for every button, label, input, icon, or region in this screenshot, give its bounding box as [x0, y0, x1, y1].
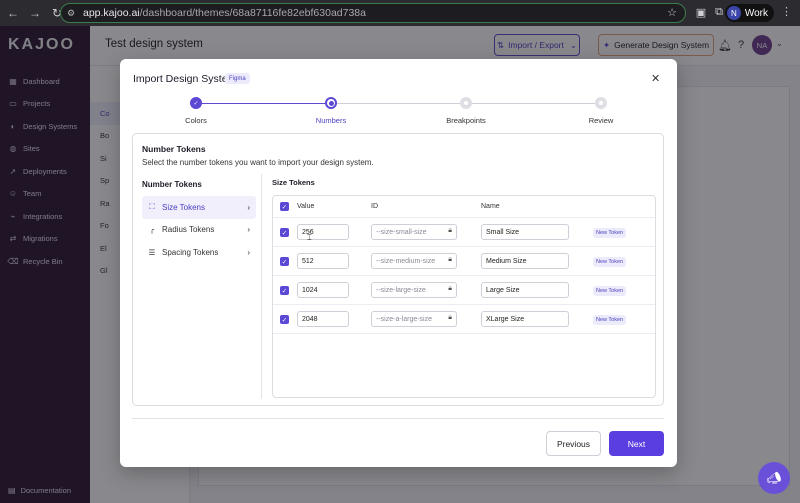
profile-avatar: N — [726, 6, 741, 20]
profile-button[interactable]: N Work — [724, 4, 774, 22]
browser-toolbar: ← → ↻ ⚙ app.kajoo.ai/dashboard/themes/68… — [0, 0, 800, 26]
id-field: --size-large-size 🔒︎ — [371, 282, 457, 298]
step-numbers-dot[interactable] — [325, 97, 337, 109]
lock-icon: 🔒︎ — [448, 314, 452, 321]
forward-icon[interactable]: → — [26, 4, 44, 22]
size-tokens-table: ✓ Value ID Name ✓ 256 --size-small-size 🔒… — [272, 195, 656, 398]
close-icon[interactable]: ✕ — [651, 72, 660, 85]
step-colors-dot[interactable]: ✓ — [190, 97, 202, 109]
lock-icon: 🔒︎ — [448, 285, 452, 292]
back-icon[interactable]: ← — [4, 4, 22, 22]
chevron-right-icon: › — [247, 225, 250, 235]
id-text: --size-large-size — [376, 286, 426, 294]
token-category-list: ⛶ Size Tokens › ╭ Radius Tokens › ☰ Spac… — [142, 196, 256, 264]
value-input[interactable]: 1024 — [297, 282, 349, 298]
site-info-icon[interactable]: ⚙ — [67, 8, 77, 18]
table-title: Size Tokens — [272, 178, 315, 187]
section-title: Number Tokens — [142, 144, 206, 154]
new-token-badge: New Token — [593, 228, 627, 238]
category-size-tokens[interactable]: ⛶ Size Tokens › — [142, 196, 256, 219]
new-token-badge: New Token — [593, 286, 627, 296]
value-input[interactable]: 2048 — [297, 311, 349, 327]
puzzle-icon[interactable]: ⧉ — [712, 5, 726, 19]
value-input[interactable]: 512 — [297, 253, 349, 269]
table-row: ✓ 2048 --size-a-large-size 🔒︎ XLarge Size… — [273, 305, 655, 334]
next-button[interactable]: Next — [609, 431, 664, 456]
new-token-badge: New Token — [593, 315, 627, 325]
id-field: --size-small-size 🔒︎ — [371, 224, 457, 240]
category-label: Size Tokens — [162, 202, 205, 212]
row-checkbox[interactable]: ✓ — [280, 257, 289, 266]
row-checkbox[interactable]: ✓ — [280, 228, 289, 237]
column-header-value: Value — [297, 203, 315, 210]
import-design-system-modal: Import Design System Figma ✕ ✓ Colors Nu… — [120, 59, 677, 467]
new-token-badge: New Token — [593, 257, 627, 267]
step-breakpoints-dot — [460, 97, 472, 109]
footer-divider — [132, 418, 664, 419]
radius-icon: ╭ — [149, 225, 155, 235]
value-input[interactable]: 256 — [297, 224, 349, 240]
stepper: ✓ Colors Numbers Breakpoints Review — [156, 96, 636, 128]
address-bar[interactable]: ⚙ app.kajoo.ai/dashboard/themes/68a87116… — [60, 3, 686, 23]
id-field: --size-medium-size 🔒︎ — [371, 253, 457, 269]
tokens-panel: Number Tokens Select the number tokens y… — [132, 133, 664, 406]
name-input[interactable]: XLarge Size — [481, 311, 569, 327]
spacing-icon: ☰ — [148, 247, 156, 257]
categories-title: Number Tokens — [142, 180, 202, 189]
expand-icon: ⛶ — [149, 202, 155, 212]
column-header-id: ID — [371, 203, 378, 210]
row-checkbox[interactable]: ✓ — [280, 286, 289, 295]
modal-title: Import Design System — [133, 73, 237, 85]
category-label: Spacing Tokens — [162, 247, 219, 257]
step-connector — [331, 103, 466, 104]
url-text: app.kajoo.ai/dashboard/themes/68a87116fe… — [83, 7, 366, 19]
step-review-dot — [595, 97, 607, 109]
id-text: --size-small-size — [376, 228, 427, 236]
extension-icon[interactable]: ▣ — [694, 5, 708, 19]
step-label: Colors — [185, 116, 207, 125]
step-label: Breakpoints — [446, 116, 486, 125]
table-row: ✓ 256 --size-small-size 🔒︎ Small Size New… — [273, 218, 655, 247]
browser-menu-icon[interactable]: ⋮ — [781, 5, 792, 18]
id-text: --size-a-large-size — [376, 315, 433, 323]
profile-label: Work — [744, 7, 768, 19]
category-label: Radius Tokens — [162, 225, 215, 235]
category-radius-tokens[interactable]: ╭ Radius Tokens › — [142, 219, 256, 242]
chevron-right-icon: › — [247, 247, 250, 257]
chevron-right-icon: › — [247, 202, 250, 212]
name-input[interactable]: Medium Size — [481, 253, 569, 269]
megaphone-icon[interactable]: 📣︎ — [758, 462, 790, 494]
previous-button[interactable]: Previous — [546, 431, 601, 456]
step-connector — [466, 103, 601, 104]
lock-icon: 🔒︎ — [448, 256, 452, 263]
id-field: --size-a-large-size 🔒︎ — [371, 311, 457, 327]
step-label: Review — [588, 116, 614, 125]
section-description: Select the number tokens you want to imp… — [142, 158, 374, 167]
name-input[interactable]: Small Size — [481, 224, 569, 240]
name-input[interactable]: Large Size — [481, 282, 569, 298]
source-badge: Figma — [225, 73, 250, 84]
step-connector — [196, 103, 331, 104]
table-header: ✓ Value ID Name — [273, 196, 655, 218]
row-checkbox[interactable]: ✓ — [280, 315, 289, 324]
table-row: ✓ 512 --size-medium-size 🔒︎ Medium Size N… — [273, 247, 655, 276]
divider — [261, 174, 262, 399]
id-text: --size-medium-size — [376, 257, 436, 265]
category-spacing-tokens[interactable]: ☰ Spacing Tokens › — [142, 241, 256, 264]
select-all-checkbox[interactable]: ✓ — [280, 202, 289, 211]
column-header-name: Name — [481, 203, 500, 210]
table-row: ✓ 1024 --size-large-size 🔒︎ Large Size Ne… — [273, 276, 655, 305]
bookmark-star-icon[interactable]: ☆ — [667, 6, 677, 19]
text-cursor-icon: ⌶ — [307, 233, 312, 242]
step-label: Numbers — [315, 116, 347, 125]
lock-icon: 🔒︎ — [448, 227, 452, 234]
